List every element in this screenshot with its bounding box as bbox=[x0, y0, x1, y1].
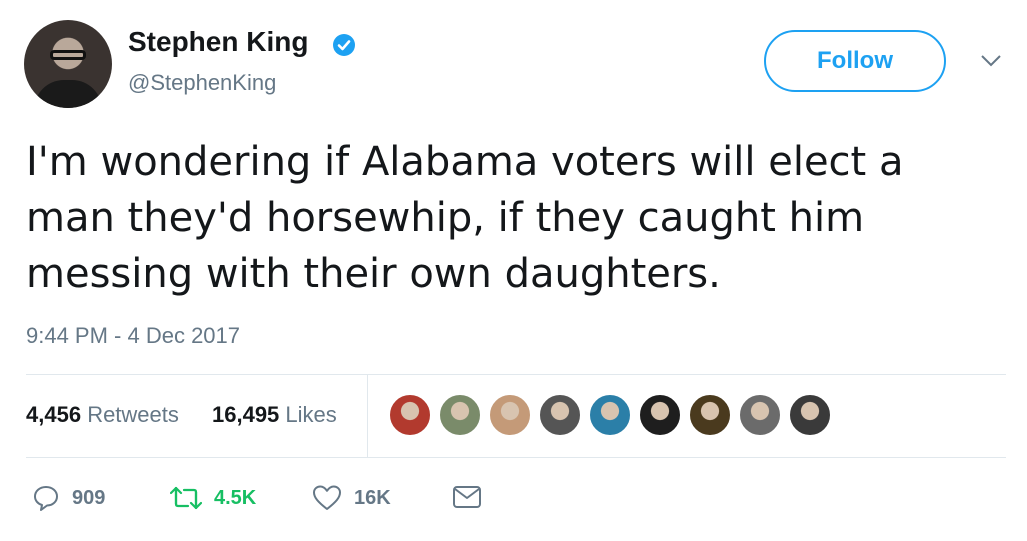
author-handle[interactable]: @StephenKing bbox=[128, 70, 276, 96]
liker-avatar[interactable] bbox=[588, 393, 632, 437]
tweet-text: I'm wondering if Alabama voters will ele… bbox=[26, 139, 904, 297]
liker-avatar[interactable] bbox=[438, 393, 482, 437]
likes-stat[interactable]: 16,495 Likes bbox=[212, 402, 337, 428]
verified-badge-icon bbox=[333, 34, 355, 56]
liker-avatar[interactable] bbox=[738, 393, 782, 437]
retweet-count: 4.5K bbox=[214, 486, 257, 509]
liker-avatars bbox=[388, 393, 832, 439]
divider bbox=[26, 374, 1006, 375]
envelope-icon bbox=[453, 486, 481, 508]
liker-avatar[interactable] bbox=[388, 393, 432, 437]
like-count: 16K bbox=[354, 486, 391, 509]
liker-avatar[interactable] bbox=[488, 393, 532, 437]
tweet-actions: 909 4.5K 16K bbox=[0, 484, 1027, 514]
retweets-label: Retweets bbox=[87, 402, 179, 427]
divider bbox=[26, 457, 1006, 458]
heart-icon bbox=[313, 485, 341, 510]
chevron-down-icon[interactable] bbox=[980, 54, 1002, 68]
retweet-icon bbox=[170, 486, 202, 510]
stats-divider bbox=[367, 374, 368, 457]
author-avatar[interactable] bbox=[24, 20, 112, 108]
retweet-button[interactable]: 4.5K bbox=[170, 484, 256, 512]
avatar-glasses bbox=[50, 50, 86, 60]
reply-button[interactable]: 909 bbox=[32, 484, 105, 512]
liker-avatar[interactable] bbox=[538, 393, 582, 437]
likes-count: 16,495 bbox=[212, 402, 280, 427]
like-button[interactable]: 16K bbox=[312, 484, 391, 512]
liker-avatar[interactable] bbox=[638, 393, 682, 437]
direct-message-button[interactable] bbox=[452, 484, 482, 510]
likes-label: Likes bbox=[285, 402, 337, 427]
retweets-stat[interactable]: 4,456 Retweets bbox=[26, 402, 179, 428]
tweet-timestamp[interactable]: 9:44 PM - 4 Dec 2017 bbox=[26, 323, 240, 349]
liker-avatar[interactable] bbox=[688, 393, 732, 437]
reply-count: 909 bbox=[72, 486, 106, 509]
liker-avatar[interactable] bbox=[788, 393, 832, 437]
follow-button[interactable]: Follow bbox=[764, 30, 946, 92]
avatar-shirt bbox=[34, 80, 102, 108]
author-name[interactable]: Stephen King bbox=[128, 26, 308, 58]
retweets-count: 4,456 bbox=[26, 402, 82, 427]
reply-icon bbox=[34, 486, 58, 511]
